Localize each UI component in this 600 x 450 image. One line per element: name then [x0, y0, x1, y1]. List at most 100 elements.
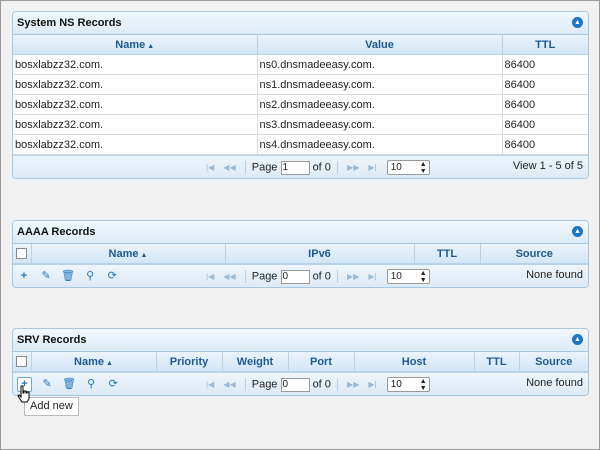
edit-icon[interactable]: ✎	[40, 377, 54, 391]
first-page-icon[interactable]: |◀	[206, 380, 214, 389]
cell-name: bosxlabzz32.com.	[13, 114, 258, 135]
srv-panel-title: SRV Records	[17, 334, 87, 346]
table-row[interactable]: bosxlabzz32.com. ns4.dnsmadeeasy.com. 86…	[13, 134, 588, 155]
delete-icon[interactable]: 🗑	[61, 269, 75, 283]
srv-panel-header: SRV Records ▲	[13, 329, 588, 352]
column-header-weight[interactable]: Weight	[222, 352, 289, 372]
select-arrows-icon: ▲ ▼	[419, 378, 427, 392]
hand-cursor-icon	[17, 385, 30, 403]
refresh-icon[interactable]: ⟳	[106, 377, 120, 391]
aaaa-table-header: Name ▲ IPv6 TTL Source	[13, 244, 588, 264]
aaaa-panel-header: AAAA Records ▲	[13, 221, 588, 244]
page-number-input[interactable]: 0	[280, 269, 310, 284]
pager-nav: |◀ ◀◀ Page 0 of 0 ▶▶ ▶| 10 ▲ ▼	[203, 377, 430, 392]
ns-pager: |◀ ◀◀ Page 1 of 0 ▶▶ ▶| 10 ▲ ▼ View 1 - 5 …	[13, 155, 588, 178]
prev-page-icon[interactable]: ◀◀	[223, 380, 235, 389]
select-arrows-icon: ▲ ▼	[419, 270, 427, 284]
cell-ttl: 86400	[502, 94, 588, 115]
page-label: Page	[251, 161, 278, 174]
cell-name: bosxlabzz32.com.	[13, 94, 258, 115]
column-header-port[interactable]: Port	[288, 352, 355, 372]
ns-panel-header: System NS Records ▲	[13, 12, 588, 35]
table-row[interactable]: bosxlabzz32.com. ns0.dnsmadeeasy.com. 86…	[13, 54, 588, 75]
table-row[interactable]: bosxlabzz32.com. ns1.dnsmadeeasy.com. 86…	[13, 74, 588, 95]
cell-value: ns2.dnsmadeeasy.com.	[257, 94, 503, 115]
srv-records-panel: SRV Records ▲ Name ▲ Priority Weight Port…	[12, 328, 589, 396]
first-page-icon[interactable]: |◀	[206, 163, 214, 172]
column-header-name[interactable]: Name ▲	[31, 352, 157, 372]
column-header-host[interactable]: Host	[354, 352, 475, 372]
cell-name: bosxlabzz32.com.	[13, 74, 258, 95]
table-row[interactable]: bosxlabzz32.com. ns2.dnsmadeeasy.com. 86…	[13, 94, 588, 115]
cell-ttl: 86400	[502, 74, 588, 95]
srv-pager: + ✎ 🗑 ⚲ ⟳ |◀ ◀◀ Page 0 of 0 ▶▶ ▶| 10 ▲ ▼ N…	[13, 372, 588, 395]
page-number-input[interactable]: 0	[280, 377, 310, 392]
ns-table: Name ▲ Value TTL bosxlabzz32.com. ns0.dns…	[13, 35, 588, 155]
divider	[336, 378, 338, 391]
column-header-value[interactable]: Value	[257, 35, 503, 55]
last-page-icon[interactable]: ▶|	[368, 380, 376, 389]
pager-info: None found	[526, 269, 583, 281]
collapse-up-icon[interactable]: ▲	[572, 226, 583, 237]
collapse-up-icon[interactable]: ▲	[572, 17, 583, 28]
table-row[interactable]: bosxlabzz32.com. ns3.dnsmadeeasy.com. 86…	[13, 114, 588, 135]
column-header-source[interactable]: Source	[480, 244, 588, 264]
page-size-select[interactable]: 10 ▲ ▼	[386, 269, 430, 284]
page-number-input[interactable]: 1	[280, 160, 310, 175]
record-toolbar: + ✎ 🗑 ⚲ ⟳	[17, 377, 125, 392]
record-toolbar: + ✎ 🗑 ⚲ ⟳	[17, 269, 124, 283]
page-size-select[interactable]: 10 ▲ ▼	[386, 160, 430, 175]
column-header-ttl[interactable]: TTL	[414, 244, 481, 264]
sort-icon: ▲	[147, 42, 155, 50]
select-all-checkbox[interactable]	[13, 352, 32, 372]
next-page-icon[interactable]: ▶▶	[347, 163, 359, 172]
pager-nav: |◀ ◀◀ Page 1 of 0 ▶▶ ▶| 10 ▲ ▼	[203, 160, 430, 175]
last-page-icon[interactable]: ▶|	[368, 163, 376, 172]
ns-table-header: Name ▲ Value TTL	[13, 35, 588, 55]
first-page-icon[interactable]: |◀	[206, 272, 214, 281]
column-header-name[interactable]: Name ▲	[13, 35, 258, 55]
srv-table-header: Name ▲ Priority Weight Port Host TTL Sour…	[13, 352, 588, 372]
aaaa-table: Name ▲ IPv6 TTL Source	[13, 244, 588, 264]
edit-icon[interactable]: ✎	[39, 269, 53, 283]
cell-name: bosxlabzz32.com.	[13, 54, 258, 75]
column-header-ttl[interactable]: TTL	[474, 352, 520, 372]
page-size-select[interactable]: 10 ▲ ▼	[386, 377, 430, 392]
sort-icon: ▲	[140, 251, 148, 259]
search-icon[interactable]: ⚲	[83, 269, 97, 283]
divider	[244, 161, 246, 174]
column-header-source[interactable]: Source	[519, 352, 588, 372]
add-icon[interactable]: +	[17, 269, 31, 283]
cell-value: ns4.dnsmadeeasy.com.	[257, 134, 503, 155]
add-new-tooltip: Add new	[24, 397, 79, 416]
ns-panel-title: System NS Records	[17, 17, 122, 29]
next-page-icon[interactable]: ▶▶	[347, 380, 359, 389]
aaaa-records-panel: AAAA Records ▲ Name ▲ IPv6 TTL Source + ✎…	[12, 220, 589, 288]
aaaa-pager: + ✎ 🗑 ⚲ ⟳ |◀ ◀◀ Page 0 of 0 ▶▶ ▶| 10 ▲ ▼ N…	[13, 264, 588, 287]
search-icon[interactable]: ⚲	[84, 377, 98, 391]
next-page-icon[interactable]: ▶▶	[347, 272, 359, 281]
select-all-checkbox[interactable]	[13, 244, 32, 264]
column-header-priority[interactable]: Priority	[156, 352, 223, 372]
prev-page-icon[interactable]: ◀◀	[223, 163, 235, 172]
cell-ttl: 86400	[502, 134, 588, 155]
cell-ttl: 86400	[502, 114, 588, 135]
last-page-icon[interactable]: ▶|	[368, 272, 376, 281]
collapse-up-icon[interactable]: ▲	[572, 334, 583, 345]
delete-icon[interactable]: 🗑	[62, 377, 76, 391]
page-count-label: of 0	[312, 161, 331, 174]
column-header-ipv6[interactable]: IPv6	[225, 244, 415, 264]
aaaa-panel-title: AAAA Records	[17, 226, 96, 238]
pager-nav: |◀ ◀◀ Page 0 of 0 ▶▶ ▶| 10 ▲ ▼	[203, 269, 430, 284]
column-header-name[interactable]: Name ▲	[31, 244, 226, 264]
select-arrows-icon: ▲ ▼	[419, 161, 427, 175]
divider	[244, 378, 246, 391]
column-header-ttl[interactable]: TTL	[502, 35, 588, 55]
cell-ttl: 86400	[502, 54, 588, 75]
cell-name: bosxlabzz32.com.	[13, 134, 258, 155]
page-label: Page	[251, 378, 278, 391]
refresh-icon[interactable]: ⟳	[105, 269, 119, 283]
prev-page-icon[interactable]: ◀◀	[223, 272, 235, 281]
cell-value: ns1.dnsmadeeasy.com.	[257, 74, 503, 95]
page-count-label: of 0	[312, 378, 331, 391]
